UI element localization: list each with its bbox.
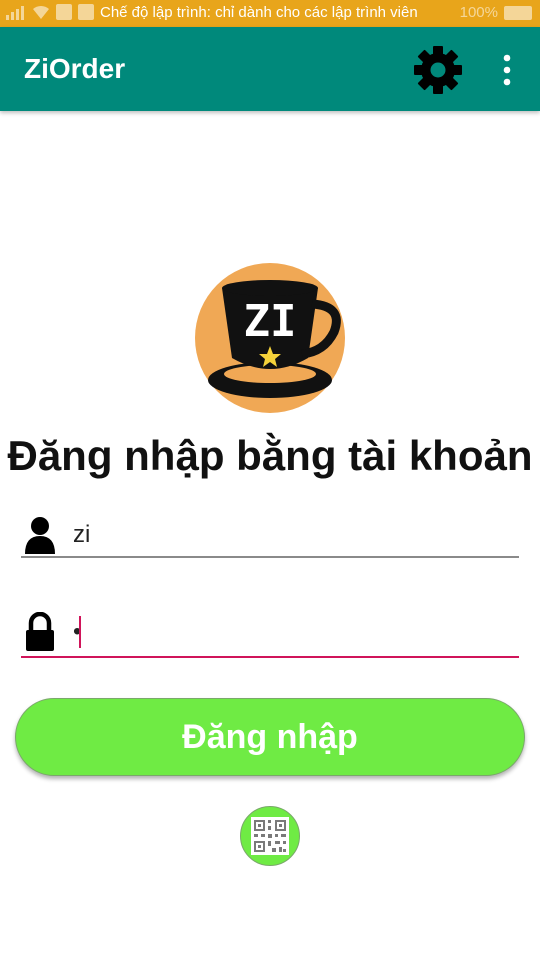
password-field[interactable]: • [21, 604, 519, 658]
qr-scan-button[interactable] [240, 806, 300, 866]
coffee-cup-logo: ZI [195, 263, 345, 413]
status-bar: Chế độ lập trình: chỉ dành cho các lập t… [0, 0, 540, 27]
status-icons-left [6, 4, 94, 20]
qr-code-icon [251, 817, 289, 855]
app-title: ZiOrder [24, 53, 126, 84]
signal-icon [6, 6, 24, 20]
username-value: zi [73, 521, 91, 548]
notification-icon [56, 4, 72, 20]
username-field[interactable]: zi [21, 508, 519, 558]
gear-icon [414, 46, 462, 94]
overflow-menu-button[interactable] [494, 53, 520, 87]
text-cursor [79, 616, 81, 648]
battery-icon [504, 5, 532, 20]
app-logo: ZI [194, 262, 346, 414]
battery-percent: 100% [459, 4, 498, 21]
wifi-icon [33, 5, 49, 19]
app-bar: ZiOrder [0, 27, 540, 111]
status-icons-right: 100% [460, 4, 532, 21]
settings-button[interactable] [412, 44, 464, 96]
login-button[interactable]: Đăng nhập [15, 698, 525, 776]
person-icon [25, 517, 55, 554]
more-vert-icon [503, 54, 511, 86]
login-heading: Đăng nhập bằng tài khoản [7, 432, 533, 479]
notification-icon [78, 4, 94, 20]
lock-icon [26, 612, 54, 651]
logo-text: ZI [244, 296, 297, 347]
developer-mode-notice: Chế độ lập trình: chỉ dành cho các lập t… [100, 4, 418, 21]
